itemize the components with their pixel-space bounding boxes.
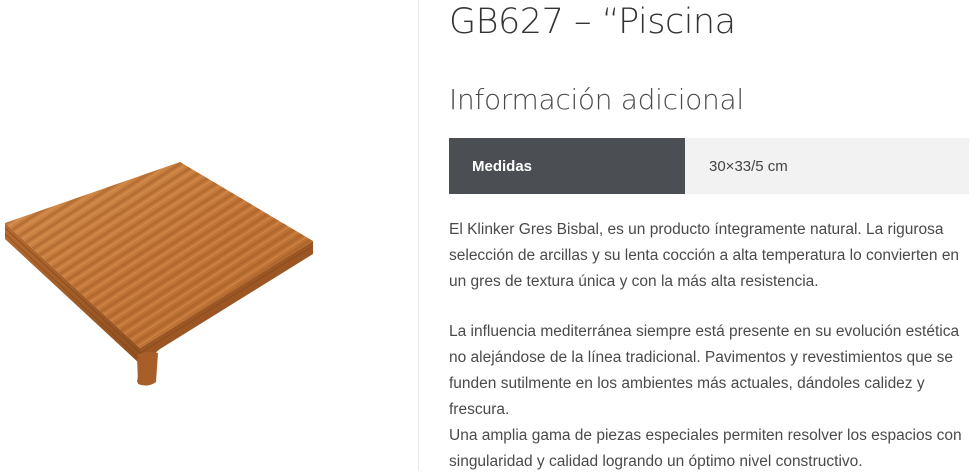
additional-info-table: Medidas 30×33/5 cm — [449, 138, 969, 194]
attribute-label-medidas: Medidas — [449, 138, 685, 194]
description-paragraph: La influencia mediterránea siempre está … — [449, 323, 960, 418]
product-image-pool-edge-tile[interactable] — [0, 150, 330, 400]
attribute-value-medidas: 30×33/5 cm — [685, 138, 969, 194]
product-image-panel — [0, 0, 419, 471]
product-title: GB627 – “Piscina — [449, 2, 736, 42]
additional-info-heading: Información adicional — [449, 83, 744, 116]
description-paragraph: Una amplia gama de piezas especiales per… — [449, 427, 962, 470]
product-details: GB627 – “Piscina Información adicional M… — [449, 0, 969, 471]
description-paragraph: El Klinker Gres Bisbal, es un producto í… — [449, 221, 960, 290]
